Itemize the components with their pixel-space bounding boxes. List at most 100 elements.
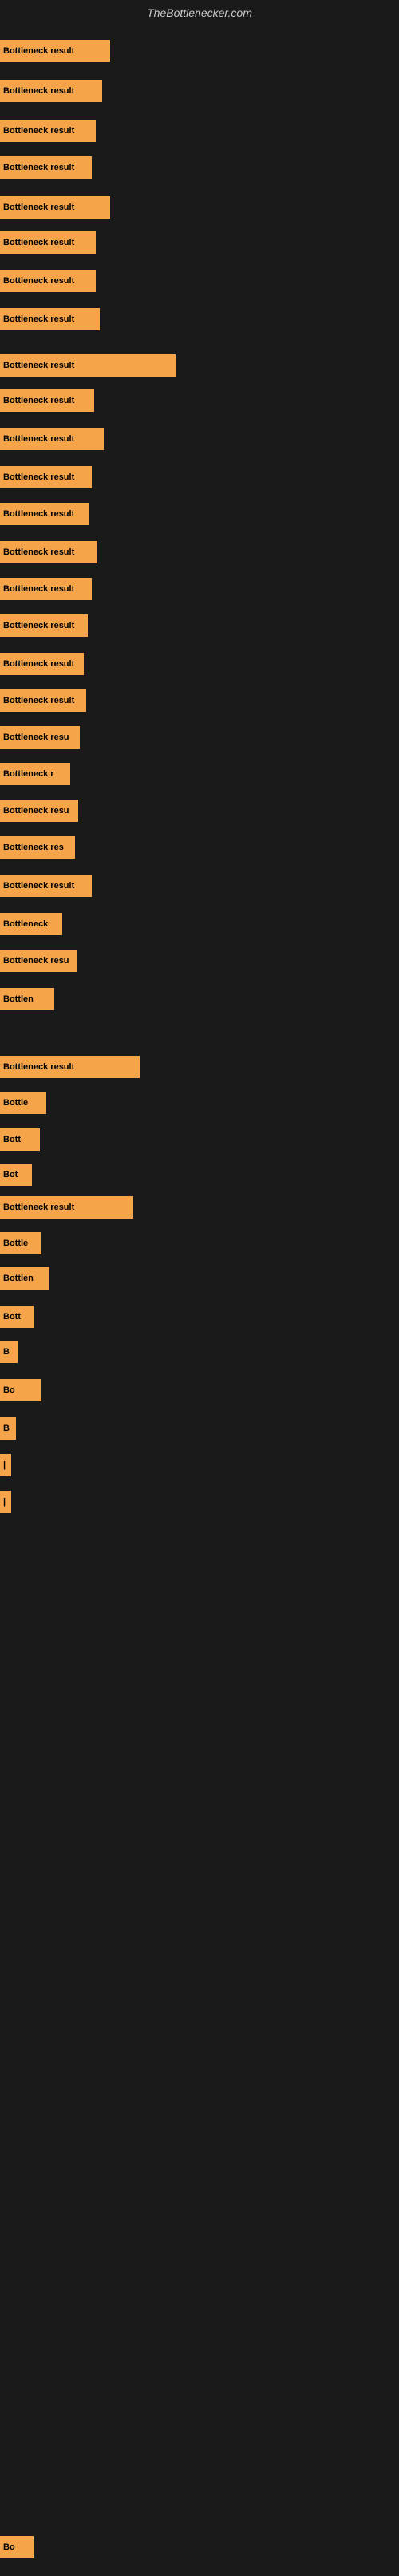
bottleneck-bar-13: Bottleneck result <box>0 541 97 563</box>
bar-row-0: Bottleneck result <box>0 40 110 62</box>
bottleneck-bar-31: Bottle <box>0 1232 41 1254</box>
bottleneck-bar-34: B <box>0 1341 18 1363</box>
bar-row-30: Bottleneck result <box>0 1196 133 1219</box>
bar-label-35: Bo <box>3 1385 15 1395</box>
bar-label-11: Bottleneck result <box>3 472 74 482</box>
bar-label-25: Bottlen <box>3 994 34 1004</box>
bottleneck-bar-22: Bottleneck result <box>0 875 92 897</box>
bar-label-13: Bottleneck result <box>3 547 74 557</box>
bottleneck-bar-37: | <box>0 1454 11 1476</box>
bottleneck-bar-5: Bottleneck result <box>0 231 96 254</box>
bottleneck-bar-4: Bottleneck result <box>0 196 110 219</box>
bar-row-3: Bottleneck result <box>0 156 92 179</box>
bar-label-15: Bottleneck result <box>3 621 74 630</box>
bar-label-34: B <box>3 1347 10 1357</box>
bar-label-21: Bottleneck res <box>3 843 64 852</box>
bottleneck-bar-8: Bottleneck result <box>0 354 176 377</box>
bar-row-28: Bott <box>0 1128 40 1151</box>
bar-label-14: Bottleneck result <box>3 584 74 594</box>
bottleneck-bar-20: Bottleneck resu <box>0 800 78 822</box>
bar-label-23: Bottleneck <box>3 919 48 929</box>
bar-label-29: Bot <box>3 1170 18 1179</box>
bar-row-26: Bottleneck result <box>0 1056 140 1078</box>
bottleneck-bar-7: Bottleneck result <box>0 308 100 330</box>
bar-label-1: Bottleneck result <box>3 86 74 96</box>
bottleneck-bar-36: B <box>0 1417 16 1440</box>
bottleneck-bar-17: Bottleneck result <box>0 689 86 712</box>
bottleneck-bar-12: Bottleneck result <box>0 503 89 525</box>
bottleneck-bar-19: Bottleneck r <box>0 763 70 785</box>
bottleneck-bar-30: Bottleneck result <box>0 1196 133 1219</box>
bar-row-29: Bot <box>0 1164 32 1186</box>
bottleneck-bar-28: Bott <box>0 1128 40 1151</box>
bar-label-39: Bo <box>3 2542 15 2552</box>
bar-row-20: Bottleneck resu <box>0 800 78 822</box>
bar-label-32: Bottlen <box>3 1274 34 1283</box>
bar-row-21: Bottleneck res <box>0 836 75 859</box>
bottleneck-bar-2: Bottleneck result <box>0 120 96 142</box>
bar-label-4: Bottleneck result <box>3 203 74 212</box>
bar-row-13: Bottleneck result <box>0 541 97 563</box>
bar-label-8: Bottleneck result <box>3 361 74 370</box>
bottleneck-bar-23: Bottleneck <box>0 913 62 935</box>
bar-label-36: B <box>3 1424 10 1433</box>
bar-row-19: Bottleneck r <box>0 763 70 785</box>
bottleneck-bar-9: Bottleneck result <box>0 389 94 412</box>
bar-row-2: Bottleneck result <box>0 120 96 142</box>
bar-label-30: Bottleneck result <box>3 1203 74 1212</box>
bottleneck-bar-3: Bottleneck result <box>0 156 92 179</box>
bar-row-37: | <box>0 1454 11 1476</box>
bar-label-26: Bottleneck result <box>3 1062 74 1072</box>
bar-label-28: Bott <box>3 1135 21 1144</box>
bar-row-24: Bottleneck resu <box>0 950 77 972</box>
bar-label-6: Bottleneck result <box>3 276 74 286</box>
bar-label-27: Bottle <box>3 1098 28 1108</box>
bar-row-18: Bottleneck resu <box>0 726 80 749</box>
bar-label-12: Bottleneck result <box>3 509 74 519</box>
bar-row-39: Bo <box>0 2536 34 2558</box>
bar-label-9: Bottleneck result <box>3 396 74 405</box>
bar-row-10: Bottleneck result <box>0 428 104 450</box>
bar-row-15: Bottleneck result <box>0 614 88 637</box>
bar-label-0: Bottleneck result <box>3 46 74 56</box>
bar-row-8: Bottleneck result <box>0 354 176 377</box>
bar-label-22: Bottleneck result <box>3 881 74 891</box>
bar-row-7: Bottleneck result <box>0 308 100 330</box>
bottleneck-bar-32: Bottlen <box>0 1267 49 1290</box>
bar-row-36: B <box>0 1417 16 1440</box>
bar-label-18: Bottleneck resu <box>3 733 69 742</box>
bar-row-9: Bottleneck result <box>0 389 94 412</box>
bar-label-20: Bottleneck resu <box>3 806 69 816</box>
bar-row-1: Bottleneck result <box>0 80 102 102</box>
bottleneck-bar-11: Bottleneck result <box>0 466 92 488</box>
bar-label-3: Bottleneck result <box>3 163 74 172</box>
bar-row-23: Bottleneck <box>0 913 62 935</box>
bar-label-5: Bottleneck result <box>3 238 74 247</box>
bar-label-17: Bottleneck result <box>3 696 74 705</box>
bar-row-5: Bottleneck result <box>0 231 96 254</box>
bar-label-19: Bottleneck r <box>3 769 54 779</box>
bar-row-4: Bottleneck result <box>0 196 110 219</box>
bar-row-6: Bottleneck result <box>0 270 96 292</box>
bar-row-38: | <box>0 1491 11 1513</box>
bar-label-31: Bottle <box>3 1239 28 1248</box>
bar-label-33: Bott <box>3 1312 21 1322</box>
bar-row-33: Bott <box>0 1306 34 1328</box>
bar-row-11: Bottleneck result <box>0 466 92 488</box>
bar-label-37: | <box>3 1460 6 1470</box>
bottleneck-bar-38: | <box>0 1491 11 1513</box>
bottleneck-bar-24: Bottleneck resu <box>0 950 77 972</box>
bar-row-27: Bottle <box>0 1092 46 1114</box>
bottleneck-bar-18: Bottleneck resu <box>0 726 80 749</box>
bottleneck-bar-10: Bottleneck result <box>0 428 104 450</box>
bottleneck-bar-21: Bottleneck res <box>0 836 75 859</box>
bar-label-10: Bottleneck result <box>3 434 74 444</box>
bar-row-14: Bottleneck result <box>0 578 92 600</box>
site-title: TheBottlenecker.com <box>0 0 399 22</box>
bar-row-17: Bottleneck result <box>0 689 86 712</box>
bar-label-24: Bottleneck resu <box>3 956 69 966</box>
bar-label-38: | <box>3 1497 6 1507</box>
bottleneck-bar-6: Bottleneck result <box>0 270 96 292</box>
bar-row-12: Bottleneck result <box>0 503 89 525</box>
bar-label-7: Bottleneck result <box>3 314 74 324</box>
